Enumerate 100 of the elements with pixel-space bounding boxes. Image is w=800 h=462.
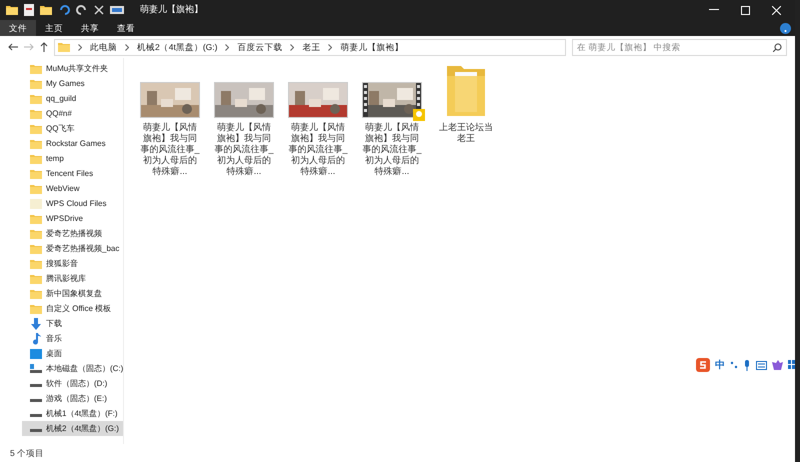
- file-item[interactable]: 萌妻儿【风情旗袍】我与同事的风流往事_初为人母后的特殊癖...: [208, 66, 280, 177]
- file-name: 萌妻儿【风情旗袍】我与同事的风流往事_初为人母后的特殊癖...: [287, 122, 348, 177]
- nav-item[interactable]: Tencent Files: [22, 166, 123, 181]
- nav-label: My Games: [46, 78, 85, 90]
- search-field[interactable]: 在 萌妻儿【旗袍】 中搜索: [572, 38, 787, 56]
- nav-item[interactable]: 下载: [22, 316, 123, 331]
- ime-logo-icon[interactable]: [696, 358, 710, 372]
- nav-label: temp: [46, 152, 64, 164]
- nav-item[interactable]: 机械2（4t黑盘）(G:): [22, 421, 123, 436]
- file-item[interactable]: 萌妻儿【风情旗袍】我与同事的风流往事_初为人母后的特殊癖...: [134, 66, 206, 177]
- breadcrumb[interactable]: 萌妻儿【旗袍】: [340, 40, 404, 54]
- nav-label: QQ飞车: [46, 122, 74, 134]
- up-icon[interactable]: [40, 42, 48, 52]
- nav-label: WPSDrive: [46, 212, 83, 224]
- nav-label: 下载: [46, 318, 62, 330]
- keyboard-icon[interactable]: [756, 360, 767, 370]
- folder-icon: [30, 198, 42, 208]
- folder-icon: [30, 94, 42, 104]
- folder-icon: [30, 244, 42, 254]
- folder-icon: [30, 214, 42, 224]
- breadcrumb[interactable]: 机械2（4t黑盘）(G:): [137, 40, 218, 54]
- nav-item[interactable]: 音乐: [22, 331, 123, 346]
- close-icon[interactable]: [94, 5, 104, 15]
- file-item[interactable]: 萌妻儿【风情旗袍】我与同事的风流往事_初为人母后的特殊癖...: [356, 66, 428, 177]
- nav-item[interactable]: 游戏（固态）(E:): [22, 391, 123, 406]
- nav-item[interactable]: WPSDrive: [22, 211, 123, 226]
- nav-label: WebView: [46, 182, 80, 194]
- folder-icon: [30, 258, 42, 268]
- player-badge-icon: [413, 109, 425, 121]
- grid-icon[interactable]: [788, 360, 795, 370]
- nav-item[interactable]: temp: [22, 151, 123, 166]
- nav-item[interactable]: 本地磁盘（固态）(C:): [22, 361, 123, 376]
- file-item[interactable]: 萌妻儿【风情旗袍】我与同事的风流往事_初为人母后的特殊癖...: [282, 66, 354, 177]
- file-item[interactable]: 上老王论坛当老王: [430, 66, 502, 177]
- nav-label: 音乐: [46, 332, 62, 344]
- properties-icon[interactable]: [24, 4, 34, 16]
- nav-item[interactable]: WPS Cloud Files: [22, 196, 123, 211]
- breadcrumb[interactable]: 此电脑: [90, 40, 117, 54]
- ribbon-tab[interactable]: 主页: [36, 20, 72, 36]
- punctuation-icon[interactable]: [730, 361, 738, 369]
- folder-icon: [30, 288, 42, 298]
- nav-label: 搜狐影音: [46, 258, 78, 270]
- ribbon-tab[interactable]: 文件: [0, 20, 36, 36]
- undo-icon[interactable]: [58, 4, 70, 16]
- nav-item[interactable]: 腾讯影视库: [22, 271, 123, 286]
- nav-item[interactable]: QQ飞车: [22, 121, 123, 136]
- file-name: 上老王论坛当老王: [438, 122, 494, 144]
- nav-item[interactable]: MuMu共享文件夹: [22, 61, 123, 76]
- nav-item[interactable]: 爱奇艺热播视频: [22, 226, 123, 241]
- help-icon[interactable]: [780, 22, 791, 34]
- search-icon: [773, 42, 782, 52]
- maximize-icon[interactable]: [741, 6, 750, 14]
- folder-icon: [40, 5, 52, 15]
- nav-item[interactable]: qq_guild: [22, 91, 123, 106]
- nav-label: Rockstar Games: [46, 138, 106, 150]
- download-icon: [30, 318, 42, 330]
- folder-icon: [30, 78, 42, 88]
- ribbon-tab[interactable]: 共享: [72, 20, 108, 36]
- folder-icon: [30, 184, 42, 194]
- nav-item[interactable]: 爱奇艺热播视频_bac: [22, 241, 123, 256]
- folder-icon: [30, 274, 42, 284]
- folder-icon: [30, 304, 42, 314]
- nav-item[interactable]: 软件（固态）(D:): [22, 376, 123, 391]
- file-name: 萌妻儿【风情旗袍】我与同事的风流往事_初为人母后的特殊癖...: [361, 122, 422, 177]
- nav-item[interactable]: My Games: [22, 76, 123, 91]
- search-placeholder: 在 萌妻儿【旗袍】 中搜索: [577, 40, 682, 54]
- nav-label: 软件（固态）(D:): [46, 378, 108, 390]
- nav-label: 本地磁盘（固态）(C:): [46, 362, 123, 374]
- nav-label: WPS Cloud Files: [46, 198, 106, 210]
- nav-item[interactable]: 自定义 Office 模板: [22, 301, 123, 316]
- chevron-icon: [328, 44, 332, 50]
- address-bar[interactable]: 此电脑 机械2（4t黑盘）(G:) 百度云下载 老王 萌妻儿【旗袍】: [54, 38, 566, 56]
- breadcrumb[interactable]: 老王: [302, 40, 320, 54]
- nav-item[interactable]: Rockstar Games: [22, 136, 123, 151]
- nav-item[interactable]: 新中国象棋复盘: [22, 286, 123, 301]
- breadcrumb[interactable]: 百度云下载: [237, 40, 282, 54]
- ime-mode[interactable]: 中: [715, 358, 725, 372]
- folder-icon: [30, 108, 42, 118]
- redo-icon[interactable]: [76, 4, 88, 16]
- folder-icon: [30, 64, 42, 74]
- nav-item[interactable]: 机械1（4t黑盘）(F:): [22, 406, 123, 421]
- microphone-icon[interactable]: [743, 360, 751, 370]
- ribbon-tab[interactable]: 查看: [108, 20, 144, 36]
- nav-item[interactable]: 桌面: [22, 346, 123, 361]
- nav-label: 自定义 Office 模板: [46, 302, 112, 314]
- folder-icon: [6, 5, 18, 15]
- chevron-icon: [290, 44, 294, 50]
- rename-icon[interactable]: [110, 6, 124, 14]
- chevron-icon: [78, 44, 82, 50]
- folder-icon: [30, 168, 42, 178]
- nav-item[interactable]: QQ#n#: [22, 106, 123, 121]
- minimize-icon[interactable]: [709, 9, 719, 11]
- nav-label: qq_guild: [46, 92, 76, 104]
- folder-icon: [30, 138, 42, 148]
- desktop-icon: [30, 348, 42, 358]
- nav-item[interactable]: 搜狐影音: [22, 256, 123, 271]
- back-icon[interactable]: [8, 43, 18, 51]
- folder-icon: [30, 124, 42, 134]
- nav-label: Tencent Files: [46, 168, 94, 180]
- nav-item[interactable]: WebView: [22, 181, 123, 196]
